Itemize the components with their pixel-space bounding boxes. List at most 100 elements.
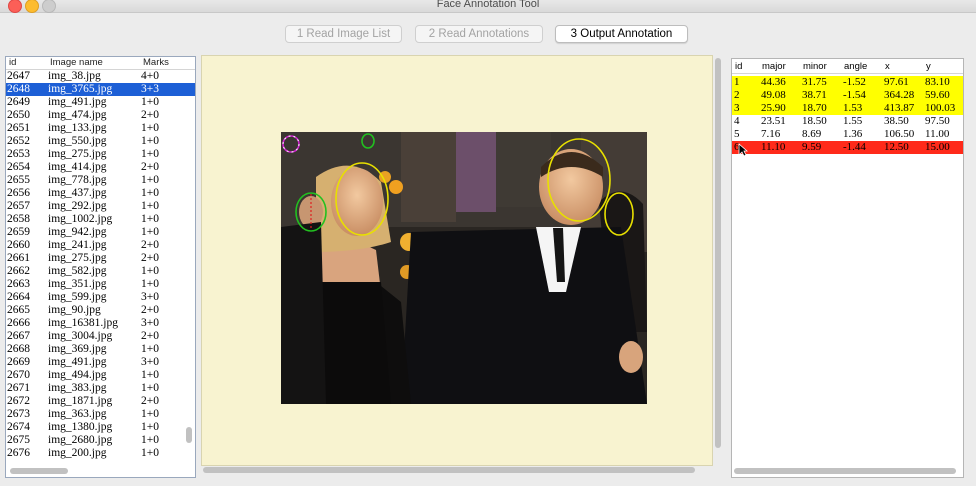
image-list-cell-marks: 2+0 xyxy=(141,109,159,121)
image-list-cell-marks: 1+0 xyxy=(141,434,159,446)
image-list-cell-id: 2659 xyxy=(7,226,30,238)
image-list-cell-marks: 1+0 xyxy=(141,226,159,238)
image-list-cell-name: img_363.jpg xyxy=(48,408,107,420)
annotation-cell-major: 11.10 xyxy=(761,141,786,153)
annotation-cell-id: 1 xyxy=(734,76,740,88)
image-list-cell-marks: 1+0 xyxy=(141,174,159,186)
image-list-row[interactable]: 2674 img_1380.jpg 1+0 xyxy=(6,421,195,434)
canvas-horizontal-scrollbar[interactable] xyxy=(203,467,695,473)
read-annotations-button[interactable]: 2 Read Annotations xyxy=(415,25,543,43)
image-list-row[interactable]: 2659 img_942.jpg 1+0 xyxy=(6,226,195,239)
column-header-ann-id[interactable]: id xyxy=(735,61,742,72)
image-list-cell-name: img_474.jpg xyxy=(48,109,107,121)
annotation-row[interactable]: 5 7.16 8.69 1.36 106.50 11.00 xyxy=(732,128,963,141)
column-header-y[interactable]: y xyxy=(926,61,931,72)
image-list-row[interactable]: 2666 img_16381.jpg 3+0 xyxy=(6,317,195,330)
image-list-row[interactable]: 2654 img_414.jpg 2+0 xyxy=(6,161,195,174)
image-list-row[interactable]: 2668 img_369.jpg 1+0 xyxy=(6,343,195,356)
annotation-cell-x: 413.87 xyxy=(884,102,915,114)
image-list-row[interactable]: 2669 img_491.jpg 3+0 xyxy=(6,356,195,369)
image-list-cell-marks: 1+0 xyxy=(141,135,159,147)
image-list-row[interactable]: 2657 img_292.jpg 1+0 xyxy=(6,200,195,213)
annotated-photo[interactable] xyxy=(281,132,647,404)
image-list-cell-id: 2668 xyxy=(7,343,30,355)
image-list-row[interactable]: 2647 img_38.jpg 4+0 xyxy=(6,70,195,83)
column-header-minor[interactable]: minor xyxy=(803,61,827,72)
image-list-row[interactable]: 2651 img_133.jpg 1+0 xyxy=(6,122,195,135)
annotation-table-horizontal-scrollbar[interactable] xyxy=(734,468,956,474)
annotation-cell-minor: 31.75 xyxy=(802,76,827,88)
annotation-row[interactable]: 1 44.36 31.75 -1.52 97.61 83.10 xyxy=(732,76,963,89)
image-list-row[interactable]: 2672 img_1871.jpg 2+0 xyxy=(6,395,195,408)
image-list-row[interactable]: 2671 img_383.jpg 1+0 xyxy=(6,382,195,395)
image-list-row[interactable]: 2661 img_275.jpg 2+0 xyxy=(6,252,195,265)
image-list-cell-name: img_582.jpg xyxy=(48,265,107,277)
image-list-vertical-scrollbar[interactable] xyxy=(186,427,192,443)
image-list-cell-marks: 1+0 xyxy=(141,382,159,394)
image-list-cell-name: img_599.jpg xyxy=(48,291,107,303)
annotation-cell-y: 11.00 xyxy=(925,128,950,140)
annotation-cell-x: 38.50 xyxy=(884,115,909,127)
image-list-row[interactable]: 2670 img_494.jpg 1+0 xyxy=(6,369,195,382)
image-list-header: id Image name Marks xyxy=(6,57,195,70)
image-list-row[interactable]: 2662 img_582.jpg 1+0 xyxy=(6,265,195,278)
image-list-row[interactable]: 2649 img_491.jpg 1+0 xyxy=(6,96,195,109)
image-list-row[interactable]: 2665 img_90.jpg 2+0 xyxy=(6,304,195,317)
image-list-row[interactable]: 2660 img_241.jpg 2+0 xyxy=(6,239,195,252)
image-list-cell-id: 2667 xyxy=(7,330,30,342)
canvas-vertical-scrollbar[interactable] xyxy=(715,58,721,448)
image-list-row[interactable]: 2650 img_474.jpg 2+0 xyxy=(6,109,195,122)
image-list-cell-marks: 1+0 xyxy=(141,200,159,212)
image-list-row[interactable]: 2653 img_275.jpg 1+0 xyxy=(6,148,195,161)
image-list-cell-name: img_133.jpg xyxy=(48,122,107,134)
image-list-cell-name: img_275.jpg xyxy=(48,252,107,264)
column-header-x[interactable]: x xyxy=(885,61,890,72)
annotation-cell-angle: 1.55 xyxy=(843,115,863,127)
annotation-cell-minor: 9.59 xyxy=(802,141,822,153)
annotation-row[interactable]: 4 23.51 18.50 1.55 38.50 97.50 xyxy=(732,115,963,128)
image-list-cell-name: img_491.jpg xyxy=(48,356,107,368)
output-annotation-button[interactable]: 3 Output Annotation xyxy=(555,25,688,43)
column-header-id[interactable]: id xyxy=(9,57,16,69)
man-suit xyxy=(401,227,647,404)
column-header-image-name[interactable]: Image name xyxy=(50,57,103,69)
image-list-cell-name: img_2680.jpg xyxy=(48,434,113,446)
image-list-row[interactable]: 2663 img_351.jpg 1+0 xyxy=(6,278,195,291)
image-list-row[interactable]: 2675 img_2680.jpg 1+0 xyxy=(6,434,195,447)
image-list-row[interactable]: 2667 img_3004.jpg 2+0 xyxy=(6,330,195,343)
annotation-cell-x: 97.61 xyxy=(884,76,909,88)
read-image-list-button[interactable]: 1 Read Image List xyxy=(285,25,402,43)
annotation-row[interactable]: 2 49.08 38.71 -1.54 364.28 59.60 xyxy=(732,89,963,102)
annotation-cell-major: 44.36 xyxy=(761,76,786,88)
image-list-row[interactable]: 2648 img_3765.jpg 3+3 xyxy=(6,83,195,96)
image-list-cell-id: 2676 xyxy=(7,447,30,459)
annotation-cell-y: 83.10 xyxy=(925,76,950,88)
image-list-row[interactable]: 2664 img_599.jpg 3+0 xyxy=(6,291,195,304)
image-list-horizontal-scrollbar[interactable] xyxy=(10,468,68,474)
column-header-major[interactable]: major xyxy=(762,61,786,72)
image-list-row[interactable]: 2652 img_550.jpg 1+0 xyxy=(6,135,195,148)
annotation-row[interactable]: 6 11.10 9.59 -1.44 12.50 15.00 xyxy=(732,141,963,154)
image-list-cell-name: img_550.jpg xyxy=(48,135,107,147)
image-list-row[interactable]: 2658 img_1002.jpg 1+0 xyxy=(6,213,195,226)
image-list-cell-id: 2670 xyxy=(7,369,30,381)
image-list-cell-name: img_3004.jpg xyxy=(48,330,113,342)
image-list-cell-marks: 1+0 xyxy=(141,278,159,290)
annotation-row[interactable]: 3 25.90 18.70 1.53 413.87 100.03 xyxy=(732,102,963,115)
image-list-cell-name: img_414.jpg xyxy=(48,161,107,173)
image-list-row[interactable]: 2655 img_778.jpg 1+0 xyxy=(6,174,195,187)
image-list-cell-name: img_90.jpg xyxy=(48,304,101,316)
annotation-table-header: id major minor angle x y xyxy=(732,59,963,74)
image-list-cell-id: 2675 xyxy=(7,434,30,446)
image-list-row[interactable]: 2676 img_200.jpg 1+0 xyxy=(6,447,195,460)
image-list-cell-id: 2648 xyxy=(7,83,30,95)
image-list-cell-name: img_292.jpg xyxy=(48,200,107,212)
image-list-row[interactable]: 2656 img_437.jpg 1+0 xyxy=(6,187,195,200)
image-list-cell-name: img_241.jpg xyxy=(48,239,107,251)
image-list-row[interactable]: 2673 img_363.jpg 1+0 xyxy=(6,408,195,421)
column-header-angle[interactable]: angle xyxy=(844,61,867,72)
image-list-cell-marks: 1+0 xyxy=(141,122,159,134)
annotation-cell-y: 100.03 xyxy=(925,102,956,114)
column-header-marks[interactable]: Marks xyxy=(143,57,169,69)
image-list-cell-id: 2647 xyxy=(7,70,30,82)
